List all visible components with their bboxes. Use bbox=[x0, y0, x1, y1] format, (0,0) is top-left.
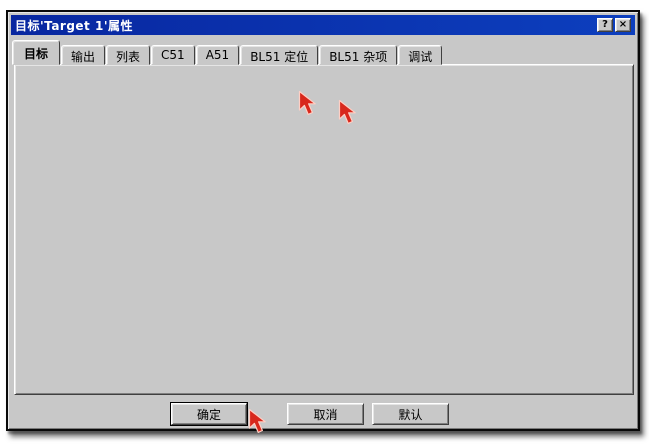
tab-c51[interactable]: C51 bbox=[151, 45, 195, 65]
dialog-title: 目标'Target 1'属性 bbox=[15, 17, 133, 34]
cancel-button[interactable]: 取消 bbox=[287, 403, 364, 425]
default-button[interactable]: 默认 bbox=[372, 403, 449, 425]
tab-strip: 目标 输出 列表 C51 A51 BL51 定位 BL51 杂项 调试 bbox=[14, 40, 443, 65]
tab-a51[interactable]: A51 bbox=[196, 45, 239, 65]
annotation-arrow-ok-button bbox=[248, 408, 269, 437]
screenshot-root: 目标'Target 1'属性 ? × 目标 输出 列表 C51 A51 BL51… bbox=[0, 0, 649, 444]
annotation-arrow-rom-checkbox bbox=[338, 99, 359, 128]
ok-button[interactable]: 确定 bbox=[171, 403, 247, 425]
tab-bl51-locate[interactable]: BL51 定位 bbox=[240, 45, 318, 65]
annotation-arrow-xtal bbox=[298, 90, 319, 119]
help-icon[interactable]: ? bbox=[597, 18, 613, 32]
titlebar[interactable]: 目标'Target 1'属性 ? × bbox=[11, 15, 635, 35]
target-options-dialog: 目标'Target 1'属性 ? × 目标 输出 列表 C51 A51 BL51… bbox=[6, 10, 640, 431]
close-icon[interactable]: × bbox=[615, 18, 631, 32]
tab-debug[interactable]: 调试 bbox=[398, 45, 442, 65]
tab-output[interactable]: 输出 bbox=[61, 45, 105, 65]
tab-listing[interactable]: 列表 bbox=[106, 45, 150, 65]
tab-bl51-misc[interactable]: BL51 杂项 bbox=[319, 45, 397, 65]
tab-target[interactable]: 目标 bbox=[12, 40, 60, 65]
tab-page-target bbox=[14, 64, 634, 395]
